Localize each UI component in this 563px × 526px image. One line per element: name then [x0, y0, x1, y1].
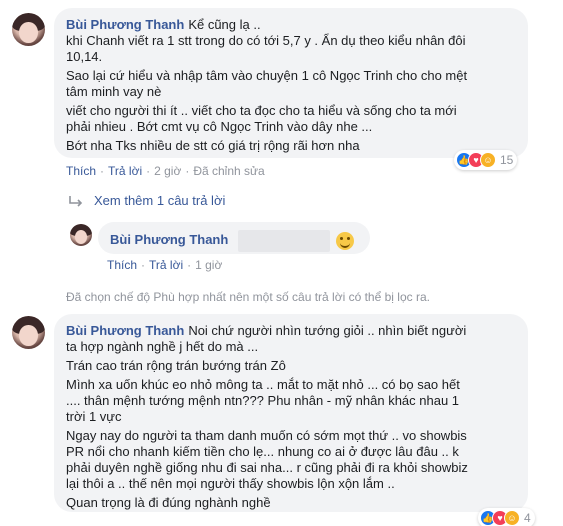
comment-text: lại thôi a .. thế nên mọi người thấy sho…	[66, 476, 395, 491]
like-link[interactable]: Thích	[66, 164, 96, 178]
reply-avatar[interactable]	[70, 224, 92, 246]
haha-icon: ☺	[504, 510, 520, 526]
reaction-summary[interactable]: 👍 ♥ ☺ 4	[478, 508, 535, 526]
comment-text: Ngay nay do người ta tham danh muốn có s…	[66, 428, 467, 443]
comment-text: phải nhieu . Bớt cmt vụ cô Ngọc Trinh và…	[66, 119, 373, 134]
comment-text: tâm minh vay nè	[66, 84, 162, 99]
comment-text: Noi chứ người nhìn tướng giỏi .. nhìn bi…	[188, 323, 467, 338]
comment-text: Sao lại cứ hiểu và nhập tâm vào chuyện 1…	[66, 68, 468, 83]
reply-bubble: Bùi Phương Thanh	[98, 222, 370, 254]
comment-text: Quan trọng là đi đúng nghành nghề	[66, 495, 271, 510]
comment-text: Mình xa uốn khúc eo nhỏ mông ta .. mắt t…	[66, 377, 460, 392]
comment-bubble: Bùi Phương Thanh Kể cũng lạ .. khi Chanh …	[54, 8, 528, 158]
avatar-face	[74, 230, 88, 244]
comment-text: PR nổi cho nhanh kiếm tiền cho lẹ... nhu…	[66, 444, 459, 459]
timestamp-link[interactable]: 1 giờ	[195, 258, 222, 272]
separator: ·	[141, 258, 146, 272]
smile-emoji-icon	[336, 232, 355, 250]
haha-icon: ☺	[480, 152, 496, 168]
avatar-face	[19, 325, 38, 346]
comment-text: 10,14.	[66, 49, 103, 64]
comment-bubble: Bùi Phương Thanh Noi chứ người nhìn tướng…	[54, 314, 528, 512]
comment-text: .... thân mệnh tướng mệnh ntn??? Phu nhâ…	[66, 393, 460, 408]
avatar[interactable]	[12, 316, 45, 349]
view-more-replies[interactable]: Xem thêm 1 câu trả lời	[68, 193, 225, 208]
reaction-summary[interactable]: 👍 ♥ ☺ 15	[454, 150, 518, 170]
avatar-face	[19, 22, 38, 43]
comment-text: Bớt nha Tks nhiều de stt có giá trị rộng…	[66, 138, 360, 153]
comment-text: phải duyên nghề giống nhu đi sai nha... …	[66, 460, 468, 475]
reply-arrow-icon	[69, 195, 83, 207]
reply-author[interactable]: Bùi Phương Thanh	[110, 232, 228, 247]
reply-link[interactable]: Trả lời	[108, 164, 142, 178]
comment-author[interactable]: Bùi Phương Thanh	[66, 17, 184, 32]
separator: ·	[100, 164, 105, 178]
comment-text: khi Chanh viết ra 1 stt trong do có tới …	[66, 33, 466, 48]
comment-text: Trán cao trán rộng trán bướng trán Zô	[66, 358, 286, 373]
avatar[interactable]	[12, 13, 45, 46]
reaction-count: 4	[524, 511, 531, 525]
like-link[interactable]: Thích	[107, 258, 137, 272]
filter-notice: Đã chọn chế độ Phù hợp nhất nên một số c…	[66, 290, 430, 304]
comment-text: ta hợp ngành nghề j hết do mà ...	[66, 339, 259, 354]
comment-first-line: Bùi Phương Thanh Kể cũng lạ ..	[66, 17, 516, 33]
comment-author[interactable]: Bùi Phương Thanh	[66, 323, 184, 338]
comment-first-line: Bùi Phương Thanh Noi chứ người nhìn tướng…	[66, 323, 516, 339]
comment-actions: Thích · Trả lời · 2 giờ · Đã chỉnh sửa	[66, 164, 265, 178]
comment-text: viết cho người thi ít .. viết cho ta đọc…	[66, 103, 457, 118]
separator: ·	[187, 258, 192, 272]
comment-text: trời 1 vực	[66, 409, 122, 424]
comment-text: Kể cũng lạ ..	[188, 17, 261, 32]
reply-line: Bùi Phương Thanh	[110, 230, 358, 252]
view-more-replies-label[interactable]: Xem thêm 1 câu trả lời	[94, 193, 225, 208]
separator: ·	[185, 164, 190, 178]
timestamp-link[interactable]: 2 giờ	[154, 164, 181, 178]
reply-link[interactable]: Trả lời	[149, 258, 183, 272]
redacted-block	[238, 230, 331, 252]
reaction-count: 15	[500, 153, 514, 167]
reply-actions: Thích · Trả lời · 1 giờ	[107, 258, 222, 272]
edited-label[interactable]: Đã chỉnh sửa	[193, 164, 264, 178]
separator: ·	[146, 164, 151, 178]
